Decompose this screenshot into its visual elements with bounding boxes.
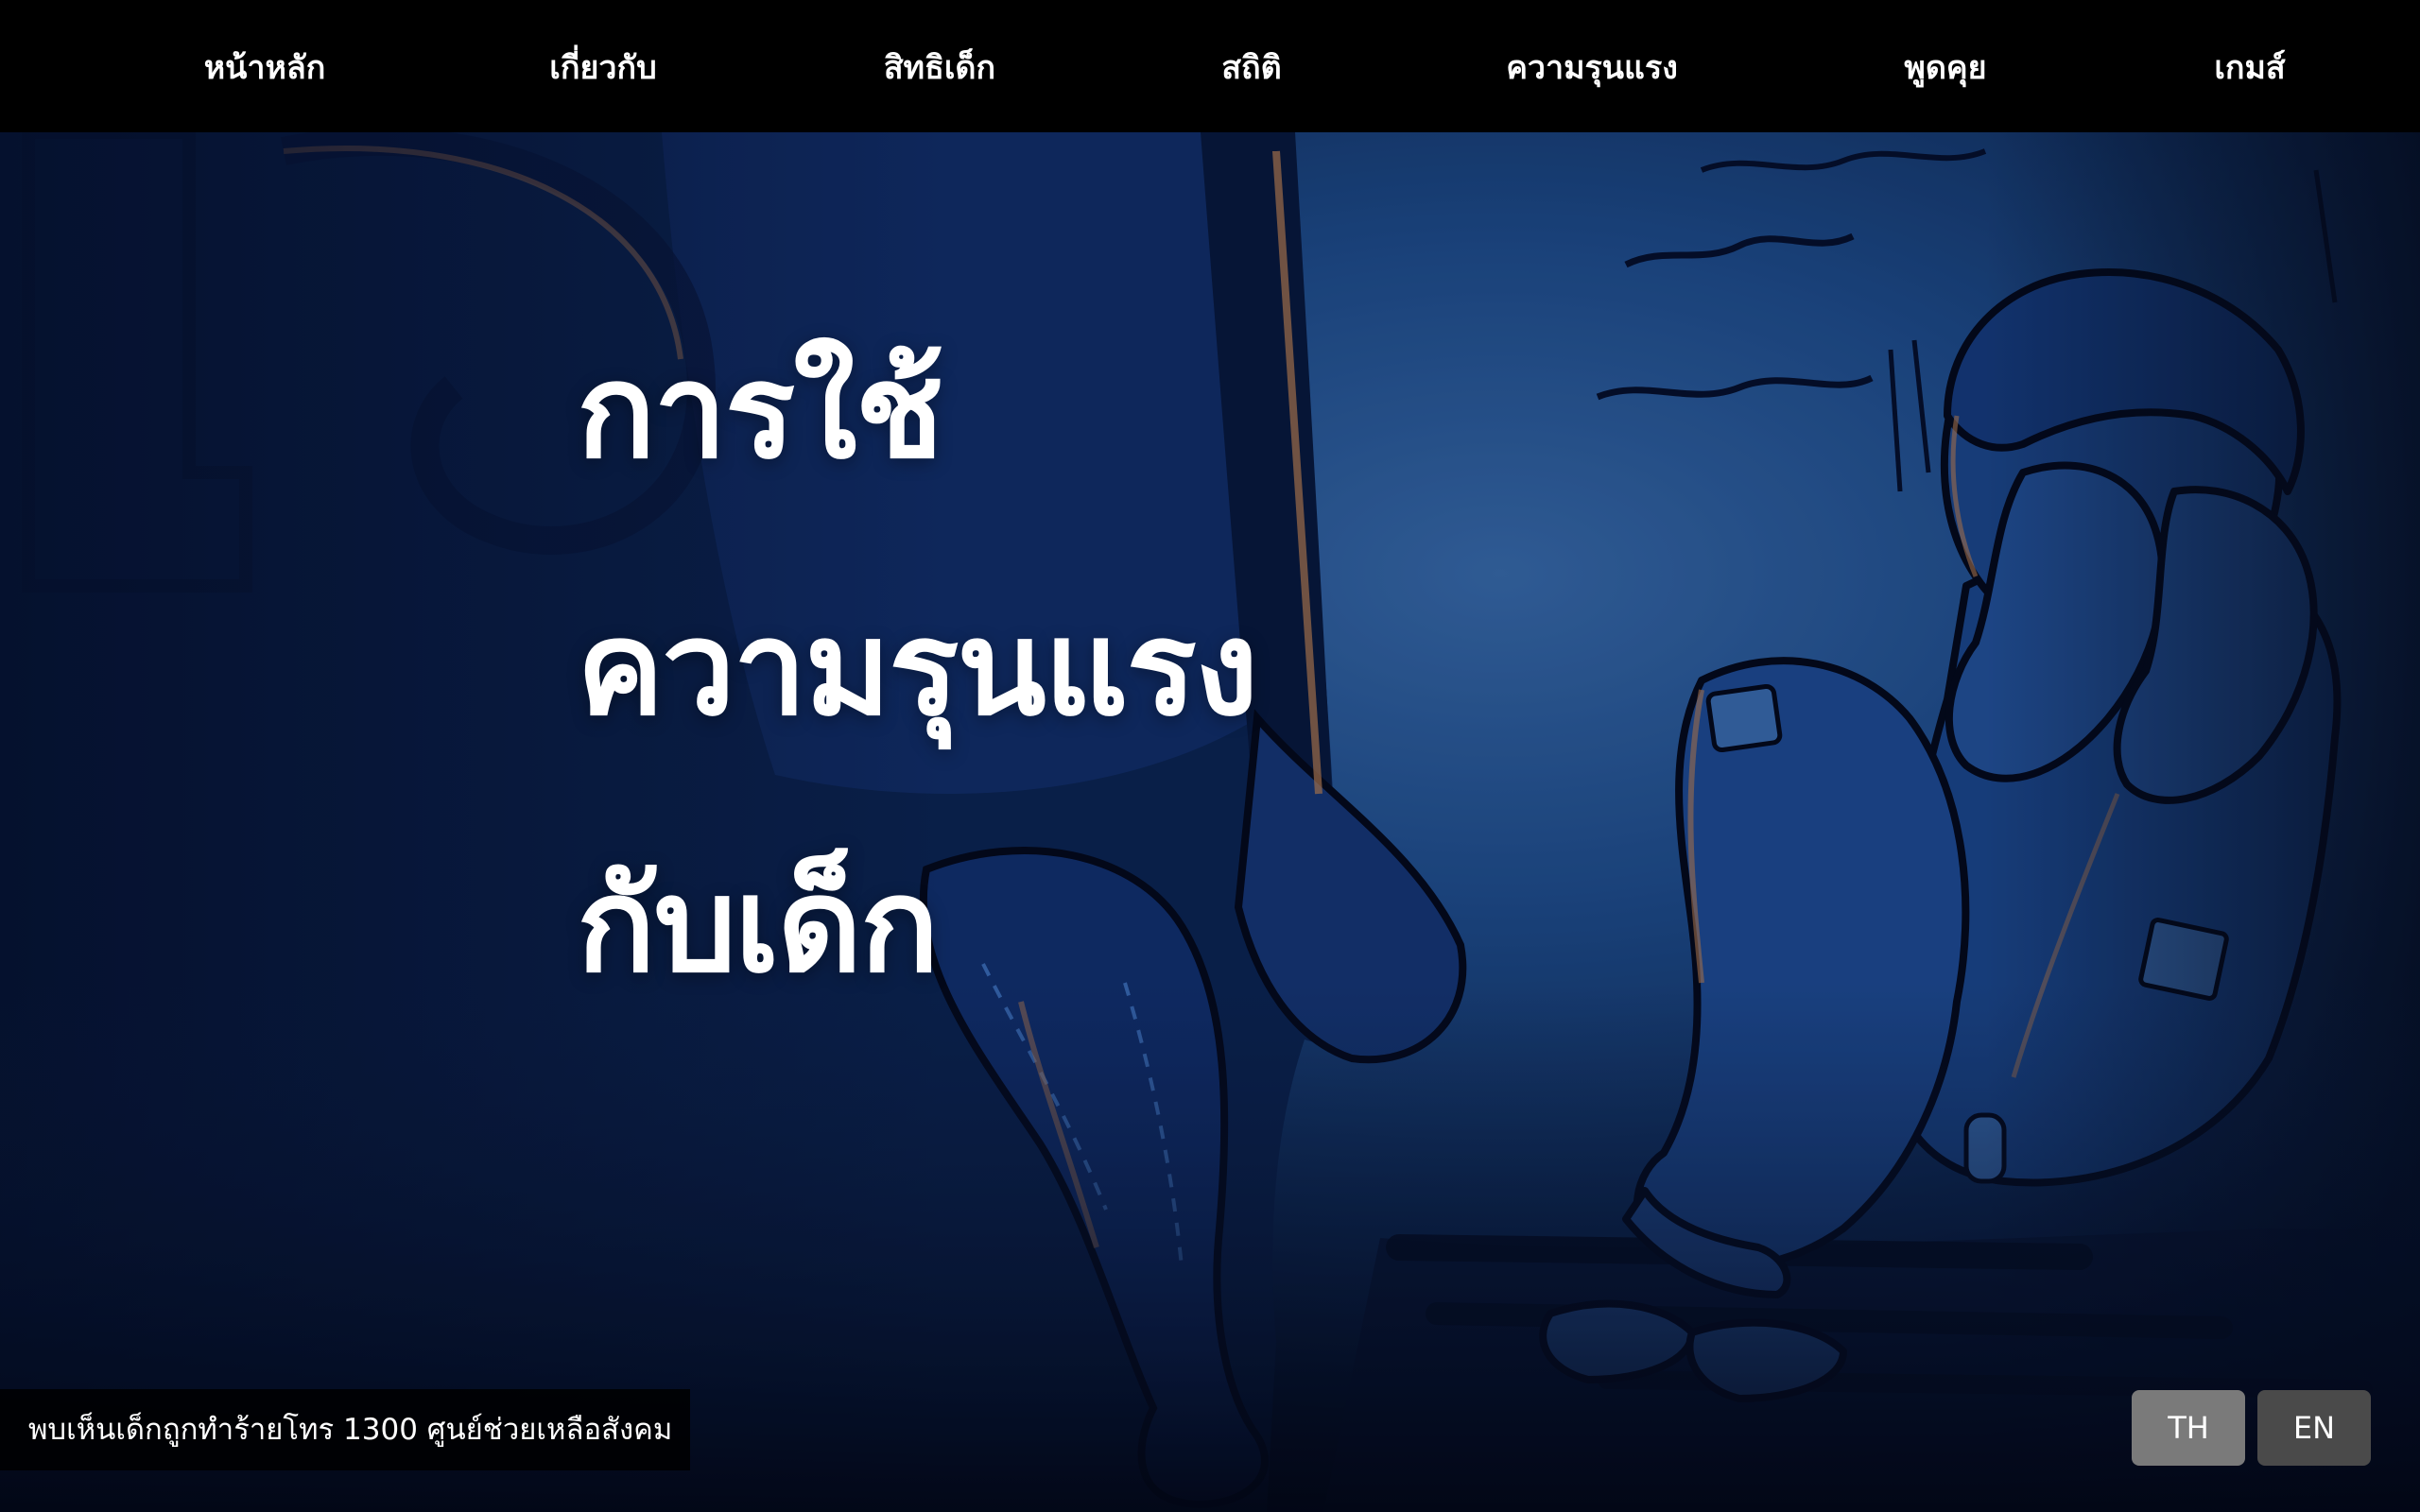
title-line-3: กับเด็ก (577, 850, 940, 1002)
nav-about[interactable]: เกี่ยวกับ (549, 42, 656, 89)
nav-games[interactable]: เกมส์ (2214, 42, 2285, 89)
nav-talk[interactable]: พูดคุย (1904, 42, 1986, 89)
title-line-1: การใช้ (577, 335, 943, 488)
title-line-2: ความรุนแรง (577, 593, 1258, 745)
page-title: การใช้ ความรุนแรง กับเด็ก (577, 284, 1258, 1055)
top-navigation: หน้าหลัก เกี่ยวกับ สิทธิเด็ก สถิติ ความร… (0, 0, 2420, 132)
nav-home[interactable]: หน้าหลัก (204, 42, 326, 89)
language-en-button[interactable]: EN (2257, 1390, 2371, 1466)
hotline-banner: พบเห็นเด็กถูกทำร้ายโทร 1300 ศูนย์ช่วยเหล… (0, 1389, 690, 1470)
nav-child-rights[interactable]: สิทธิเด็ก (884, 42, 995, 89)
page: หน้าหลัก เกี่ยวกับ สิทธิเด็ก สถิติ ความร… (0, 0, 2420, 1512)
nav-violence[interactable]: ความรุนแรง (1506, 42, 1678, 89)
nav-statistics[interactable]: สถิติ (1221, 42, 1281, 89)
language-th-button[interactable]: TH (2132, 1390, 2245, 1466)
